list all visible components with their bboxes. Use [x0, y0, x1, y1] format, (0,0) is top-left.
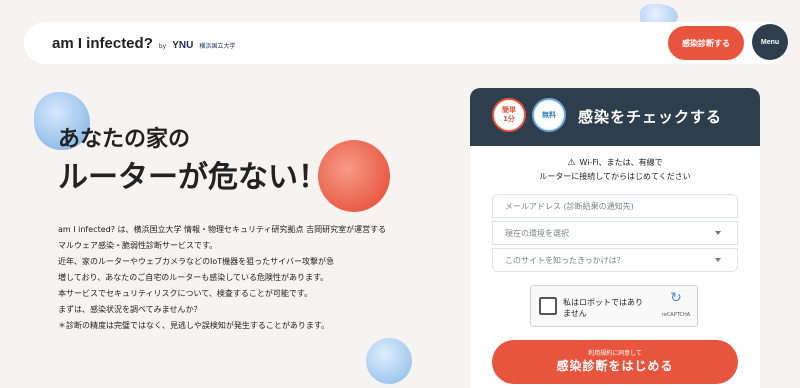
start-button-sublabel: 利用規約に同意して — [588, 351, 642, 357]
decorative-blob-blue — [366, 338, 412, 384]
description-line: am I infected? は、横浜国立大学 情報・物理セキュリティ研究拠点 … — [58, 225, 387, 234]
recaptcha-icon: ↻ — [670, 290, 682, 306]
hero-title-line2: ルーターが危ない！ — [58, 159, 328, 195]
description-line: ＊診断の精度は完璧ではなく、見逃しや誤検知が発生することがあります。 — [58, 321, 330, 330]
chevron-down-icon — [715, 231, 721, 235]
card-header: 簡単 1分 無料 感染をチェックする — [470, 88, 760, 146]
easy-badge: 簡単 1分 — [492, 98, 526, 132]
recaptcha-label: 私はロボットではあり ません — [563, 298, 643, 318]
hero-title: あなたの家の ルーターが危ない！ — [58, 124, 328, 199]
environment-select[interactable]: 現在の環境を選択 — [492, 221, 738, 245]
chevron-down-icon — [715, 258, 721, 262]
recaptcha-widget: 私はロボットではあり ません ↻ reCAPTCHA — [530, 285, 698, 327]
logo-text: am I infected? — [52, 35, 153, 52]
description-line: 本サービスでセキュリティリスクについて、検査することが可能です。 — [58, 289, 313, 298]
description-line: 近年、家のルーターやウェブカメラなどのIoT機器を狙ったサイバー攻撃が急 — [58, 257, 334, 266]
connection-notice: ⚠ Wi-Fi、または、有線で ルーターに接続してからはじめてください — [470, 156, 760, 184]
site-header: am I infected? by YNU 横浜国立大学 感染診断する Menu — [24, 22, 788, 64]
description-line: マルウェア感染・脆弱性診断サービスです。 — [58, 241, 218, 250]
ynu-logo: YNU — [172, 40, 194, 51]
menu-button[interactable]: Menu — [752, 24, 788, 60]
email-field[interactable]: メールアドレス (診断結果の通知先) — [492, 194, 738, 218]
referral-select-label: このサイトを知ったきっかけは？ — [505, 255, 625, 265]
site-logo[interactable]: am I infected? by YNU 横浜国立大学 — [52, 35, 235, 52]
warning-icon: ⚠ — [567, 158, 576, 168]
environment-select-label: 現在の環境を選択 — [505, 228, 569, 238]
hero-title-line1: あなたの家の — [58, 127, 191, 152]
free-badge: 無料 — [532, 98, 566, 132]
description-line: まずは、感染状況を調べてみませんか？ — [58, 305, 202, 314]
header-diagnosis-button[interactable]: 感染診断する — [668, 26, 744, 60]
check-infection-card: 簡単 1分 無料 感染をチェックする ⚠ Wi-Fi、または、有線で ルーターに接続… — [470, 88, 760, 388]
description-line: 増しており、あなたのご自宅のルーターも感染している危険性があります。 — [58, 273, 329, 282]
university-name: 横浜国立大学 — [199, 43, 236, 50]
recaptcha-checkbox[interactable] — [539, 297, 557, 315]
start-button-label: 感染診断をはじめる — [556, 359, 674, 373]
logo-by: by — [158, 43, 167, 50]
notice-line2: ルーターに接続してからはじめてください — [539, 172, 691, 181]
recaptcha-brand: reCAPTCHA — [661, 312, 691, 318]
notice-line1: Wi-Fi、または、有線で — [579, 158, 663, 167]
referral-select[interactable]: このサイトを知ったきっかけは？ — [492, 248, 738, 272]
recaptcha-logo: ↻ reCAPTCHA — [661, 290, 691, 318]
hero-description: am I infected? は、横浜国立大学 情報・物理セキュリティ研究拠点 … — [58, 222, 388, 334]
start-diagnosis-button[interactable]: 利用規約に同意して 感染診断をはじめる — [492, 340, 738, 384]
card-title: 感染をチェックする — [578, 108, 723, 126]
decorative-blob-red — [318, 140, 390, 212]
